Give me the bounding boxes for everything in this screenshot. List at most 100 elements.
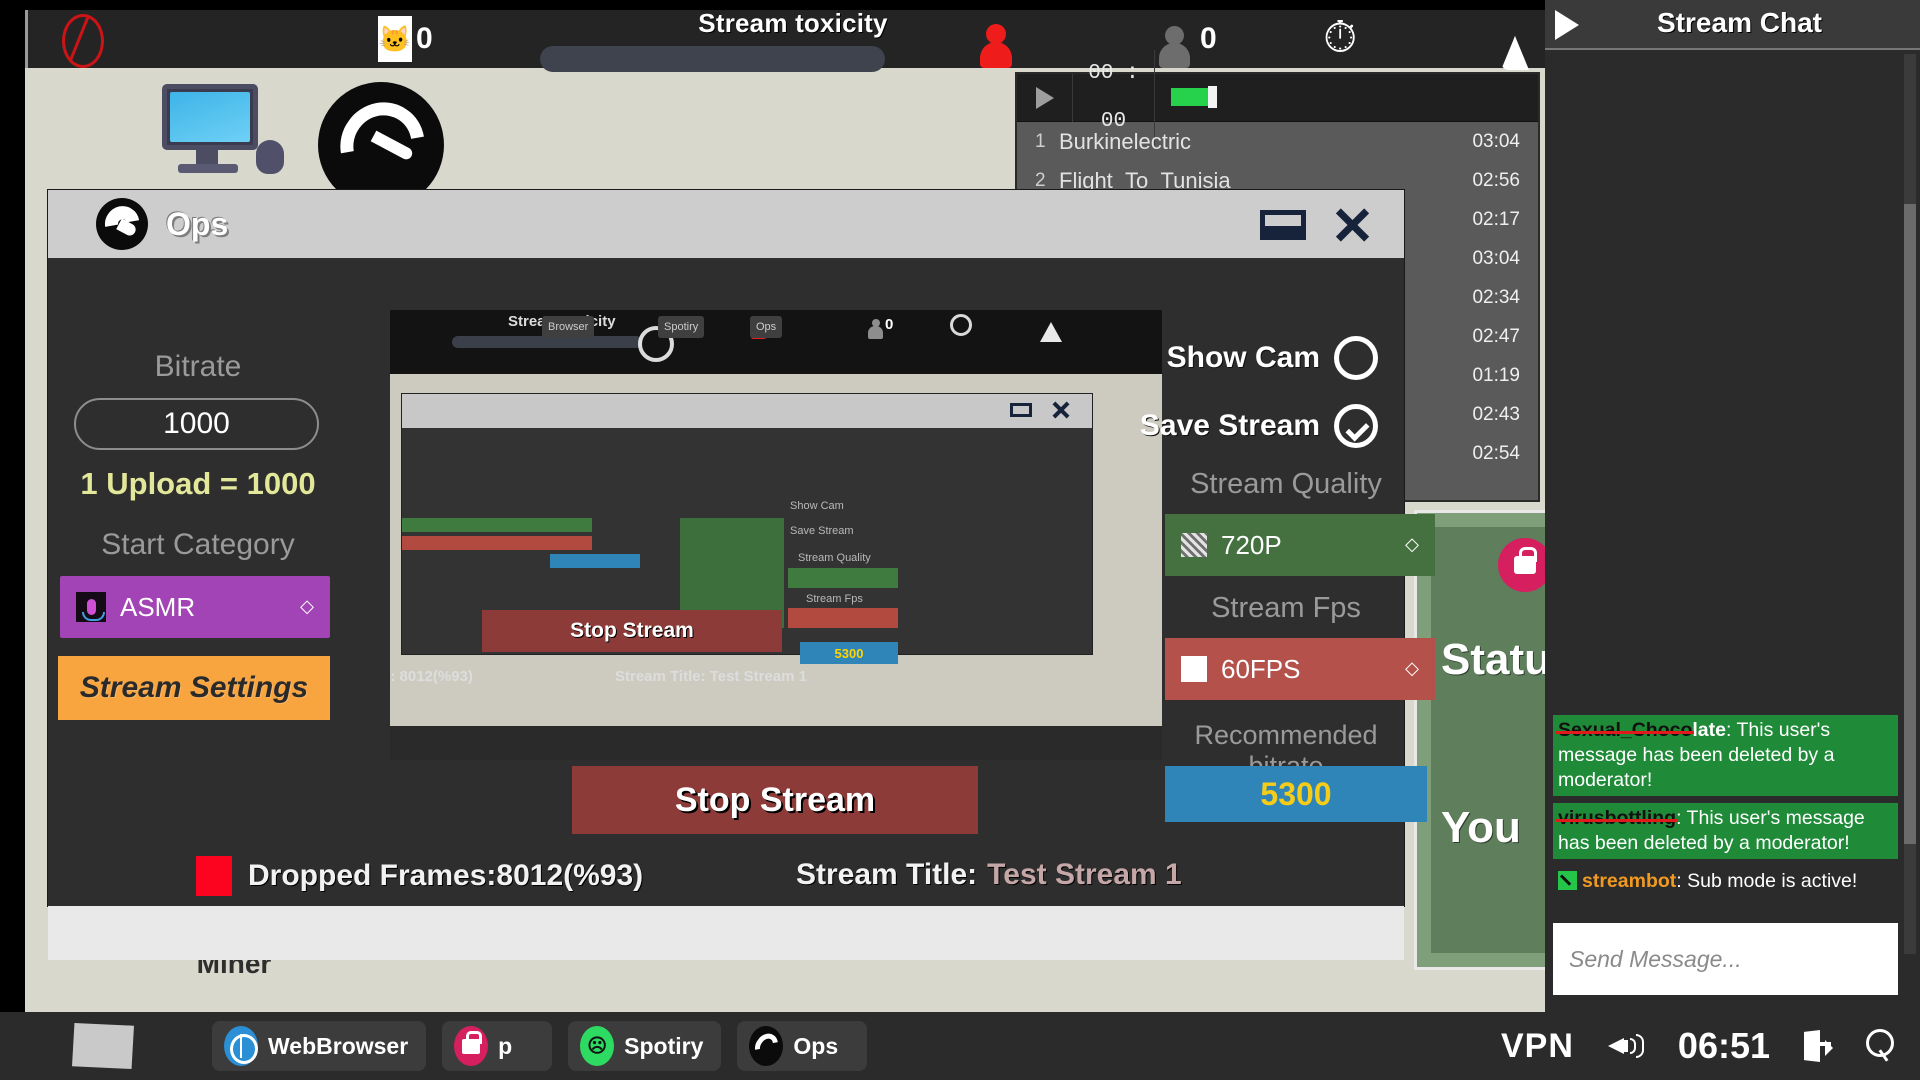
track-duration: 02:56 — [1472, 169, 1520, 191]
save-stream-knob[interactable] — [1334, 404, 1378, 448]
track-number: 1 — [1035, 130, 1046, 152]
chevron-updown-icon[interactable]: ◇ — [300, 597, 314, 615]
start-category-select[interactable]: ASMR ◇ — [60, 576, 330, 638]
music-progress-bar[interactable] — [1155, 74, 1538, 122]
stream-settings-button[interactable]: Stream Settings — [58, 656, 330, 720]
person-grey-icon — [1158, 26, 1192, 68]
preview-cloud-icon — [1040, 322, 1062, 342]
spotiry-icon: ☹ — [580, 1026, 615, 1066]
exit-icon[interactable] — [1804, 1030, 1833, 1062]
vpn-lock-icon — [454, 1026, 489, 1066]
preview-dropped-frames: s: 8012(%93) — [390, 668, 473, 685]
screen: 🐱 0 Stream toxicity 0 ⏱ 00 : 00 1 Burkin… — [0, 0, 1920, 1080]
preview-savestream-label: Save Stream — [790, 525, 854, 537]
preview-quality-label: Stream Quality — [798, 552, 871, 564]
bitrate-input[interactable]: 1000 — [74, 398, 319, 450]
taskbar-item-vpn[interactable]: p — [442, 1021, 553, 1071]
preview-taskbar — [390, 726, 1162, 760]
fps-icon — [1181, 656, 1207, 682]
show-cam-toggle[interactable]: Show Cam — [1093, 336, 1378, 380]
taskbar-label-spotiry: Spotiry — [624, 1032, 704, 1059]
stream-quality-select[interactable]: 720P ◇ — [1165, 514, 1435, 576]
list-item[interactable]: 1 Burkinelectric 03:04 — [1017, 122, 1538, 161]
stream-chat-title: Stream Chat — [1657, 7, 1822, 38]
clock: 06:51 — [1677, 1025, 1770, 1066]
speaker-icon[interactable] — [1607, 1031, 1644, 1061]
track-duration: 03:04 — [1472, 247, 1520, 269]
start-category-label: Start Category — [101, 528, 295, 561]
stream-chat-panel: Stream Chat Sexual_Chocolate: This user'… — [1545, 0, 1920, 1013]
vpn-status-label[interactable]: VPN — [1501, 1027, 1574, 1066]
recommended-bitrate-value[interactable]: 5300 — [1165, 766, 1427, 822]
desktop-icon-computer[interactable] — [152, 84, 284, 180]
music-progress-knob[interactable] — [1208, 85, 1217, 108]
ops-window-titlebar[interactable]: Ops — [48, 190, 1404, 258]
chat-username-struck: Sexual_Choco — [1558, 719, 1693, 742]
track-number: 2 — [1035, 169, 1046, 191]
taskbar-label-ops: Ops — [793, 1032, 839, 1059]
ops-left-panel: Bitrate 1000 1 Upload = 1000 Start Categ… — [48, 258, 348, 898]
stop-stream-button[interactable]: Stop Stream — [572, 766, 978, 834]
microphone-icon — [76, 592, 106, 622]
preview-fps-label: Stream Fps — [806, 593, 863, 605]
close-icon[interactable] — [1330, 203, 1374, 247]
chevron-updown-icon[interactable]: ◇ — [1405, 535, 1419, 553]
bitrate-label: Bitrate — [154, 350, 242, 383]
cloud-icon — [1493, 36, 1537, 70]
stream-fps-label: Stream Fps — [1211, 592, 1361, 624]
taskbar-item-ops[interactable]: Ops — [737, 1021, 868, 1071]
taskbar-item-webbrowser[interactable]: WebBrowser — [212, 1021, 427, 1071]
dropped-frames-label: Dropped Frames: — [248, 859, 497, 892]
preview-taskbar-ops: Ops — [750, 316, 783, 338]
collapse-arrow-icon[interactable] — [1555, 10, 1579, 40]
track-duration: 01:19 — [1472, 364, 1520, 386]
taskbar-item-spotiry[interactable]: ☹ Spotiry — [568, 1021, 722, 1071]
music-player-controls: 00 : 00 — [1017, 49, 1538, 146]
monitor-base — [178, 164, 238, 173]
track-duration: 02:17 — [1472, 208, 1520, 230]
stream-fps-select[interactable]: 60FPS ◇ — [1165, 638, 1435, 700]
music-progress-fill — [1171, 87, 1208, 106]
play-icon[interactable] — [1017, 73, 1073, 122]
chevron-updown-icon[interactable]: ◇ — [1405, 659, 1419, 677]
track-duration: 02:43 — [1472, 403, 1520, 425]
preview-stopwatch-icon — [950, 314, 972, 336]
track-duration: 02:54 — [1472, 442, 1520, 464]
preview-fps-select — [788, 608, 898, 628]
taskbar-apps: WebBrowser p ☹ Spotiry Ops — [212, 1021, 868, 1071]
ops-right-panel: Show Cam Save Stream Stream Quality 720P… — [1140, 258, 1435, 898]
viewer-count: 0 — [1200, 22, 1217, 55]
preview-person-grey-icon — [868, 319, 883, 340]
preview-inner-titlebar — [402, 394, 1092, 428]
show-cam-label: Show Cam — [1166, 341, 1320, 374]
start-menu-icon[interactable] — [72, 1023, 134, 1069]
list-item: streambot: Sub mode is active! — [1553, 866, 1898, 897]
stream-chat-header: Stream Chat — [1545, 0, 1920, 50]
stream-toxicity-label: Stream toxicity — [698, 8, 888, 38]
chat-username-struck: virusbottling — [1558, 807, 1677, 830]
start-category-value: ASMR — [120, 591, 196, 622]
stopwatch-icon: ⏱ — [1323, 13, 1358, 62]
window-controls — [1260, 203, 1374, 247]
taskbar: WebBrowser p ☹ Spotiry Ops VPN 06:51 — [0, 1012, 1920, 1080]
chat-bot-name: streambot — [1582, 870, 1677, 893]
ops-window-title: Ops — [166, 205, 229, 242]
taskbar-label-webbrowser: WebBrowser — [268, 1032, 409, 1059]
preview-taskbar-browser: Browser — [542, 316, 595, 338]
upload-note: 1 Upload = 1000 — [80, 466, 316, 501]
preview-stream-title: Stream Title: Test Stream 1 — [615, 668, 808, 685]
minimize-icon[interactable] — [1260, 210, 1306, 240]
stream-title-label: Stream Title: — [796, 858, 978, 891]
taskbar-label-vpn: p — [498, 1032, 513, 1059]
chat-input-placeholder: Send Message... — [1569, 945, 1742, 972]
ops-window-statusbar — [48, 906, 1404, 960]
chat-scrollbar[interactable] — [1904, 54, 1916, 954]
chat-username-rest: late — [1692, 719, 1726, 742]
taskbar-tray: VPN 06:51 — [1501, 1025, 1920, 1067]
save-stream-toggle[interactable]: Save Stream — [1093, 404, 1378, 448]
sword-badge-icon — [1558, 871, 1577, 891]
search-icon[interactable] — [1864, 1029, 1894, 1063]
chat-message-input[interactable]: Send Message... — [1553, 923, 1898, 995]
ops-logo-icon — [749, 1026, 784, 1066]
show-cam-knob[interactable] — [1334, 336, 1378, 380]
